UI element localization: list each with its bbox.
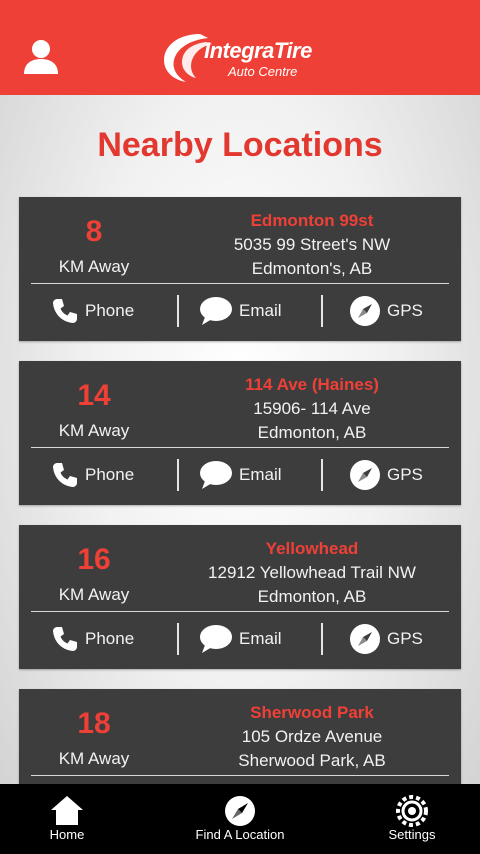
- phone-label: Phone: [85, 629, 135, 648]
- location-address-line1: 15906- 114 Ave: [253, 399, 371, 418]
- chat-bubble-icon: [200, 297, 232, 325]
- gps-label: GPS: [387, 629, 423, 648]
- distance-unit: KM Away: [58, 257, 130, 276]
- location-card[interactable]: 14 KM Away 114 Ave (Haines) 15906- 114 A…: [19, 361, 461, 505]
- distance-value: 14: [77, 379, 111, 412]
- location-name[interactable]: Yellowhead: [159, 539, 465, 559]
- location-address-line1: 12912 Yellowhead Trail NW: [208, 563, 416, 582]
- user-icon[interactable]: [22, 38, 60, 76]
- phone-label: Phone: [85, 301, 135, 320]
- location-address-line2: Edmonton, AB: [257, 587, 367, 606]
- location-name[interactable]: Sherwood Park: [159, 703, 465, 723]
- gps-button[interactable]: GPS: [349, 457, 423, 493]
- distance-value: 18: [77, 707, 111, 740]
- gps-button[interactable]: GPS: [349, 621, 423, 657]
- distance-unit: KM Away: [58, 749, 130, 768]
- email-label: Email: [239, 465, 282, 484]
- home-icon: [51, 796, 83, 825]
- page-title: Nearby Locations: [97, 126, 383, 164]
- phone-icon: [53, 463, 77, 487]
- distance-value: 8: [85, 215, 103, 248]
- action-separator: [177, 459, 179, 491]
- compass-icon: [225, 796, 255, 826]
- card-divider: [31, 775, 449, 776]
- gps-label: GPS: [387, 465, 423, 484]
- email-button[interactable]: Email: [199, 457, 282, 493]
- location-address-line2: Sherwood Park, AB: [238, 751, 386, 770]
- gps-label: GPS: [387, 301, 423, 320]
- chat-bubble-icon: [200, 461, 232, 489]
- integra-tire-logo: IntegraTire Auto Centre: [160, 28, 330, 84]
- email-button[interactable]: Email: [199, 293, 282, 329]
- action-separator: [321, 623, 323, 655]
- card-divider: [31, 283, 449, 284]
- bottom-tab-bar: Home Find A Location Settings: [0, 784, 480, 854]
- phone-button[interactable]: Phone: [51, 621, 134, 657]
- compass-icon: [350, 624, 380, 654]
- app-header: IntegraTire Auto Centre: [0, 0, 480, 95]
- location-address-line2: Edmonton, AB: [257, 423, 367, 442]
- chat-bubble-icon: [200, 625, 232, 653]
- card-divider: [31, 611, 449, 612]
- logo-subtitle: Auto Centre: [228, 64, 298, 79]
- tab-home-label: Home: [49, 827, 85, 842]
- gps-button[interactable]: GPS: [349, 293, 423, 329]
- action-separator: [321, 459, 323, 491]
- location-address-line1: 105 Ordze Avenue: [241, 727, 383, 746]
- email-label: Email: [239, 629, 282, 648]
- location-address-line1: 5035 99 Street's NW: [233, 235, 391, 254]
- phone-button[interactable]: Phone: [51, 293, 134, 329]
- email-label: Email: [239, 301, 282, 320]
- phone-icon: [53, 627, 77, 651]
- location-card[interactable]: 16 KM Away Yellowhead 12912 Yellowhead T…: [19, 525, 461, 669]
- location-name[interactable]: 114 Ave (Haines): [159, 375, 465, 395]
- distance-unit: KM Away: [58, 585, 130, 604]
- location-name[interactable]: Edmonton 99st: [159, 211, 465, 231]
- distance-value: 16: [77, 543, 111, 576]
- compass-icon: [350, 296, 380, 326]
- tab-home[interactable]: Home: [32, 784, 102, 854]
- location-address-line2: Edmonton's, AB: [251, 259, 373, 278]
- compass-icon: [350, 460, 380, 490]
- tab-settings-label: Settings: [388, 827, 436, 842]
- phone-icon: [53, 299, 77, 323]
- action-separator: [177, 623, 179, 655]
- tab-find-label: Find A Location: [195, 827, 285, 842]
- action-separator: [321, 295, 323, 327]
- card-divider: [31, 447, 449, 448]
- phone-label: Phone: [85, 465, 135, 484]
- tab-find-location[interactable]: Find A Location: [185, 784, 295, 854]
- email-button[interactable]: Email: [199, 621, 282, 657]
- tab-settings[interactable]: Settings: [376, 784, 448, 854]
- phone-button[interactable]: Phone: [51, 457, 134, 493]
- distance-unit: KM Away: [58, 421, 130, 440]
- logo-title: IntegraTire: [204, 38, 312, 63]
- location-card[interactable]: 8 KM Away Edmonton 99st 5035 99 Street's…: [19, 197, 461, 341]
- action-separator: [177, 295, 179, 327]
- gear-icon: [396, 795, 428, 827]
